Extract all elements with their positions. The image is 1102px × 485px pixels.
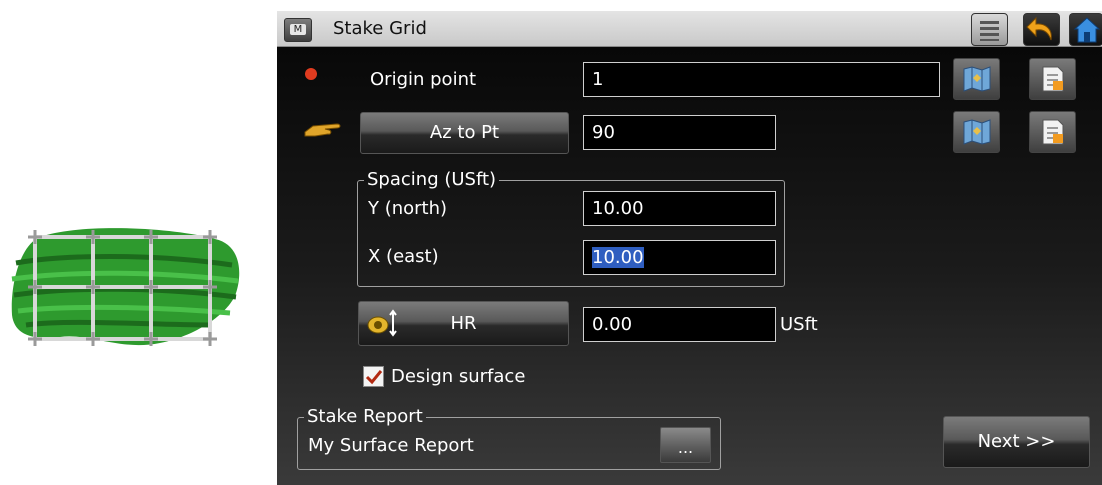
stake-grid-illustration xyxy=(0,215,250,355)
point-list-icon xyxy=(1042,119,1064,145)
point-list-icon xyxy=(1042,66,1064,92)
x-east-input[interactable]: 10.00 xyxy=(583,240,776,275)
az-to-pt-label: Az to Pt xyxy=(429,122,500,143)
az-to-pt-button[interactable]: Az to Pt xyxy=(360,112,569,154)
origin-point-label: Origin point xyxy=(370,69,477,90)
origin-point-value: 1 xyxy=(592,69,604,90)
origin-map-button[interactable] xyxy=(953,58,1000,100)
status-dot-icon xyxy=(305,68,317,80)
y-north-value: 10.00 xyxy=(592,198,644,219)
x-east-value: 10.00 xyxy=(592,247,644,268)
main-menu-button[interactable]: M xyxy=(284,18,312,42)
prism-height-icon xyxy=(365,309,399,339)
list-icon[interactable] xyxy=(971,13,1008,46)
pointing-hand-icon xyxy=(303,118,345,140)
browse-report-button[interactable]: ... xyxy=(660,427,711,463)
undo-back-icon[interactable] xyxy=(1023,13,1060,46)
hr-input[interactable]: 0.00 xyxy=(583,307,776,342)
y-north-input[interactable]: 10.00 xyxy=(583,191,776,226)
hr-value: 0.00 xyxy=(592,314,633,335)
browse-button-label: ... xyxy=(677,438,694,457)
x-east-label: X (east) xyxy=(368,246,439,267)
map-icon xyxy=(963,119,991,145)
design-surface-checkbox[interactable] xyxy=(363,366,384,387)
design-surface-label: Design surface xyxy=(391,366,526,387)
stake-report-legend: Stake Report xyxy=(307,406,423,427)
title-bar: M Stake Grid xyxy=(277,11,1102,47)
azimuth-map-button[interactable] xyxy=(953,111,1000,153)
azimuth-input[interactable]: 90 xyxy=(583,115,776,150)
azimuth-value: 90 xyxy=(592,122,615,143)
spacing-legend: Spacing (USft) xyxy=(367,169,497,190)
next-button-label: Next >> xyxy=(977,431,1056,452)
menu-icon: M xyxy=(290,24,306,35)
map-icon xyxy=(963,66,991,92)
hr-button[interactable]: HR xyxy=(358,301,569,346)
surface-grid-image xyxy=(11,228,240,346)
next-button[interactable]: Next >> xyxy=(943,416,1090,468)
home-icon[interactable] xyxy=(1069,13,1102,46)
origin-point-input[interactable]: 1 xyxy=(583,62,940,97)
y-north-label: Y (north) xyxy=(368,198,448,219)
origin-list-button[interactable] xyxy=(1029,58,1076,100)
window-title: Stake Grid xyxy=(333,18,427,39)
stake-report-name: My Surface Report xyxy=(308,435,474,456)
hr-unit-label: USft xyxy=(780,314,818,335)
device-screen: M Stake Grid Origin point 1 Az to Pt 90 … xyxy=(277,11,1102,485)
azimuth-list-button[interactable] xyxy=(1029,111,1076,153)
hr-button-label: HR xyxy=(450,313,477,334)
checkmark-icon xyxy=(365,370,383,385)
